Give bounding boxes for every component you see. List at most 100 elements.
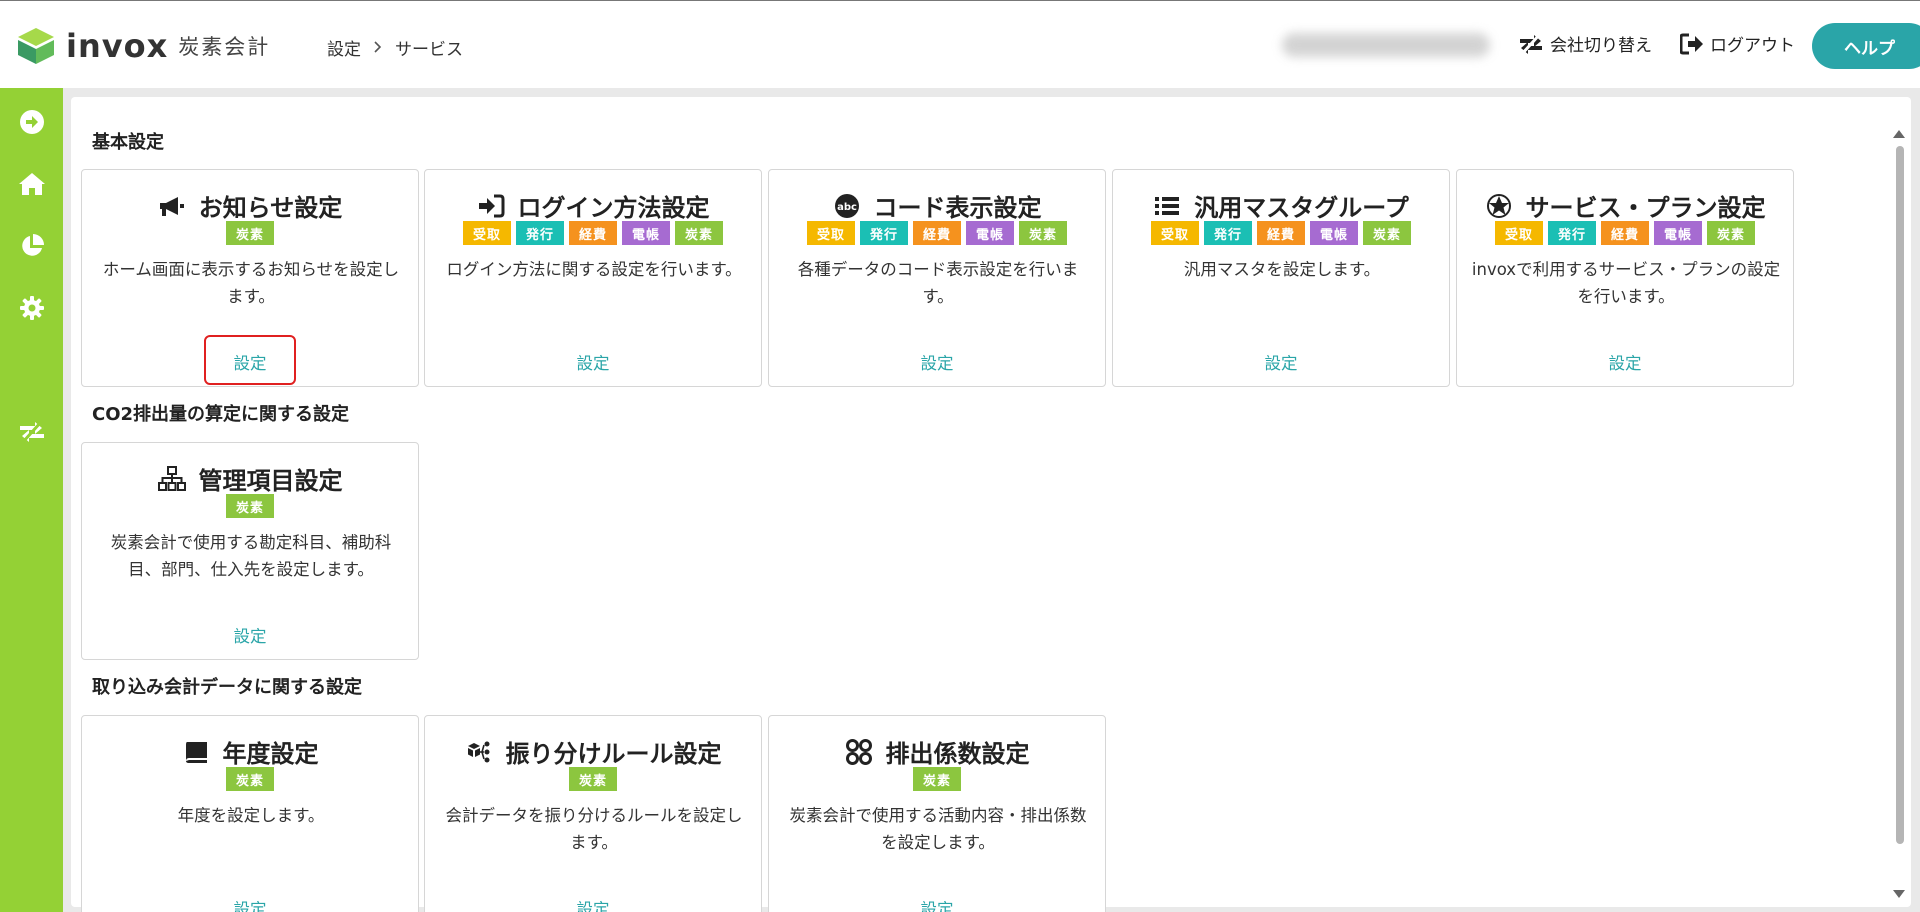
- sign-in-icon: [477, 194, 512, 218]
- sidebar-item-arrow[interactable]: [16, 106, 48, 138]
- card-description-line: 目、部門、仕入先を設定します。: [128, 560, 374, 579]
- service-tag: 炭素: [226, 221, 274, 245]
- chevron-right-icon: [373, 38, 383, 57]
- card-description-line: 炭素会計で使用する活動内容・排出係数: [789, 806, 1087, 825]
- abc-icon: abc: [833, 193, 868, 219]
- book-icon: [182, 740, 217, 764]
- sidebar: [0, 88, 63, 912]
- sidebar-item-home[interactable]: [16, 168, 48, 200]
- service-tag: 炭素: [226, 494, 274, 518]
- logo[interactable]: invox 炭素会計: [16, 26, 270, 66]
- card-settings-link[interactable]: 設定: [1457, 350, 1793, 374]
- card-description-line: ホーム画面に表示するお知らせを設定し: [102, 260, 400, 279]
- breadcrumb-service: サービス: [395, 40, 463, 60]
- logo-cube-icon: [16, 26, 56, 66]
- card-title: 振り分けルール設定: [425, 734, 761, 769]
- switch-icon: [1520, 32, 1542, 55]
- service-tag: 経費: [1601, 221, 1649, 245]
- card-description-line: 会計データを振り分けるルールを設定し: [445, 806, 743, 825]
- help-button[interactable]: ヘルプ: [1812, 23, 1920, 69]
- card-description: 炭素会計で使用する活動内容・排出係数 を設定します。: [779, 802, 1097, 856]
- card-settings-link[interactable]: 設定: [1113, 350, 1449, 374]
- settings-card: ログイン方法設定 受取 発行 経費 電帳 炭素ログイン方法に関する設定を行います。設定: [424, 169, 762, 387]
- pie-chart-icon: [22, 234, 44, 256]
- card-title: お知らせ設定: [82, 188, 418, 223]
- user-name-blurred: [1282, 33, 1490, 57]
- card-description: 各種データのコード表示設定を行いま す。: [779, 256, 1097, 310]
- card-title: abc コード表示設定: [769, 188, 1105, 223]
- section-title-basic: 基本設定: [92, 132, 164, 153]
- card-settings-link[interactable]: 設定: [769, 350, 1105, 374]
- card-settings-link[interactable]: 設定: [82, 896, 418, 912]
- service-tags: 炭素: [82, 221, 418, 245]
- service-tag: 電帳: [1654, 221, 1702, 245]
- service-tag: 発行: [516, 221, 564, 245]
- logout-button[interactable]: ログアウト: [1680, 31, 1795, 56]
- settings-card: 汎用マスタグループ 受取 発行 経費 電帳 炭素汎用マスタを設定します。設定: [1112, 169, 1450, 387]
- service-tags: 炭素: [425, 767, 761, 791]
- breadcrumb: 設定 サービス: [327, 35, 463, 60]
- card-description: invoxで利用するサービス・プランの設定 を行います。: [1467, 256, 1785, 310]
- service-tag: 発行: [1204, 221, 1252, 245]
- card-settings-link[interactable]: 設定: [425, 896, 761, 912]
- card-title: 年度設定: [82, 734, 418, 769]
- service-tag: 電帳: [622, 221, 670, 245]
- card-description-line: 各種データのコード表示設定を行いま: [797, 260, 1079, 279]
- breadcrumb-settings[interactable]: 設定: [327, 35, 361, 60]
- card-description-line: invoxで利用するサービス・プランの設定: [1471, 260, 1781, 279]
- card-description-line: 炭素会計で使用する勘定科目、補助科: [110, 533, 392, 552]
- switch-company-button[interactable]: 会社切り替え: [1518, 31, 1652, 56]
- card-description: ホーム画面に表示するお知らせを設定し ます。: [92, 256, 410, 310]
- card-description-line: 汎用マスタを設定します。: [1183, 260, 1381, 279]
- service-tags: 炭素: [82, 767, 418, 791]
- arrow-circle-right-icon: [20, 110, 44, 134]
- service-tags: 受取 発行 経費 電帳 炭素: [1113, 221, 1449, 245]
- service-tag: 炭素: [1019, 221, 1067, 245]
- scroll-down-icon[interactable]: [1893, 890, 1905, 898]
- svg-text:abc: abc: [837, 202, 857, 213]
- settings-card: サービス・プラン設定 受取 発行 経費 電帳 炭素 invoxで利用するサービス・プランの設…: [1456, 169, 1794, 387]
- sidebar-item-settings[interactable]: [16, 292, 48, 324]
- card-title: 汎用マスタグループ: [1113, 188, 1449, 223]
- card-title-text: お知らせ設定: [198, 194, 343, 222]
- card-title-text: 汎用マスタグループ: [1194, 194, 1409, 222]
- card-title-text: 管理項目設定: [198, 467, 343, 495]
- megaphone-icon: [158, 194, 193, 218]
- card-description-line: を設定します。: [881, 833, 995, 852]
- logo-subtitle: 炭素会計: [178, 35, 271, 59]
- card-settings-link[interactable]: 設定: [82, 623, 418, 647]
- settings-card: 管理項目設定 炭素炭素会計で使用する勘定科目、補助科 目、部門、仕入先を設定します。…: [81, 442, 419, 660]
- logout-icon: [1680, 33, 1703, 54]
- section-title-import: 取り込み会計データに関する設定: [92, 677, 362, 698]
- service-tag: 発行: [860, 221, 908, 245]
- star-badge-icon: [1485, 192, 1520, 220]
- section-title-co2: CO2排出量の算定に関する設定: [92, 404, 350, 425]
- card-title-text: 年度設定: [222, 740, 319, 768]
- card-title-text: ログイン方法設定: [517, 194, 710, 222]
- service-tag: 経費: [913, 221, 961, 245]
- service-tag: 受取: [1495, 221, 1543, 245]
- scrollbar-thumb[interactable]: [1896, 146, 1904, 844]
- header: invox 炭素会計 設定 サービス 会社切り替え ログアウト ヘルプ: [0, 0, 1920, 88]
- service-tag: 経費: [1257, 221, 1305, 245]
- service-tags: 炭素: [82, 494, 418, 518]
- settings-card: 排出係数設定 炭素 炭素会計で使用する活動内容・排出係数 を設定します。 設定: [768, 715, 1106, 912]
- service-tags: 受取 発行 経費 電帳 炭素: [1457, 221, 1793, 245]
- card-description-line: ログイン方法に関する設定を行います。: [446, 260, 742, 279]
- grid-circles-icon: [845, 738, 880, 766]
- card-title-text: サービス・プラン設定: [1525, 194, 1766, 222]
- scroll-up-icon[interactable]: [1893, 130, 1905, 138]
- sidebar-item-switch[interactable]: [16, 416, 48, 448]
- card-settings-link[interactable]: 設定: [425, 350, 761, 374]
- card-settings-link[interactable]: 設定: [769, 896, 1105, 912]
- settings-card: abc コード表示設定 受取 発行 経費 電帳 炭素 各種データのコード表示設定を行いま す。設…: [768, 169, 1106, 387]
- settings-card: 振り分けルール設定 炭素 会計データを振り分けるルールを設定し ます。 設定: [424, 715, 762, 912]
- card-title-text: 振り分けルール設定: [505, 740, 722, 768]
- service-tag: 炭素: [1363, 221, 1411, 245]
- sidebar-item-chart[interactable]: [16, 230, 48, 262]
- service-tags: 受取 発行 経費 電帳 炭素: [425, 221, 761, 245]
- service-tag: 受取: [1151, 221, 1199, 245]
- card-title: 管理項目設定: [82, 461, 418, 496]
- sitemap-icon: [157, 465, 193, 492]
- card-title: サービス・プラン設定: [1457, 188, 1793, 223]
